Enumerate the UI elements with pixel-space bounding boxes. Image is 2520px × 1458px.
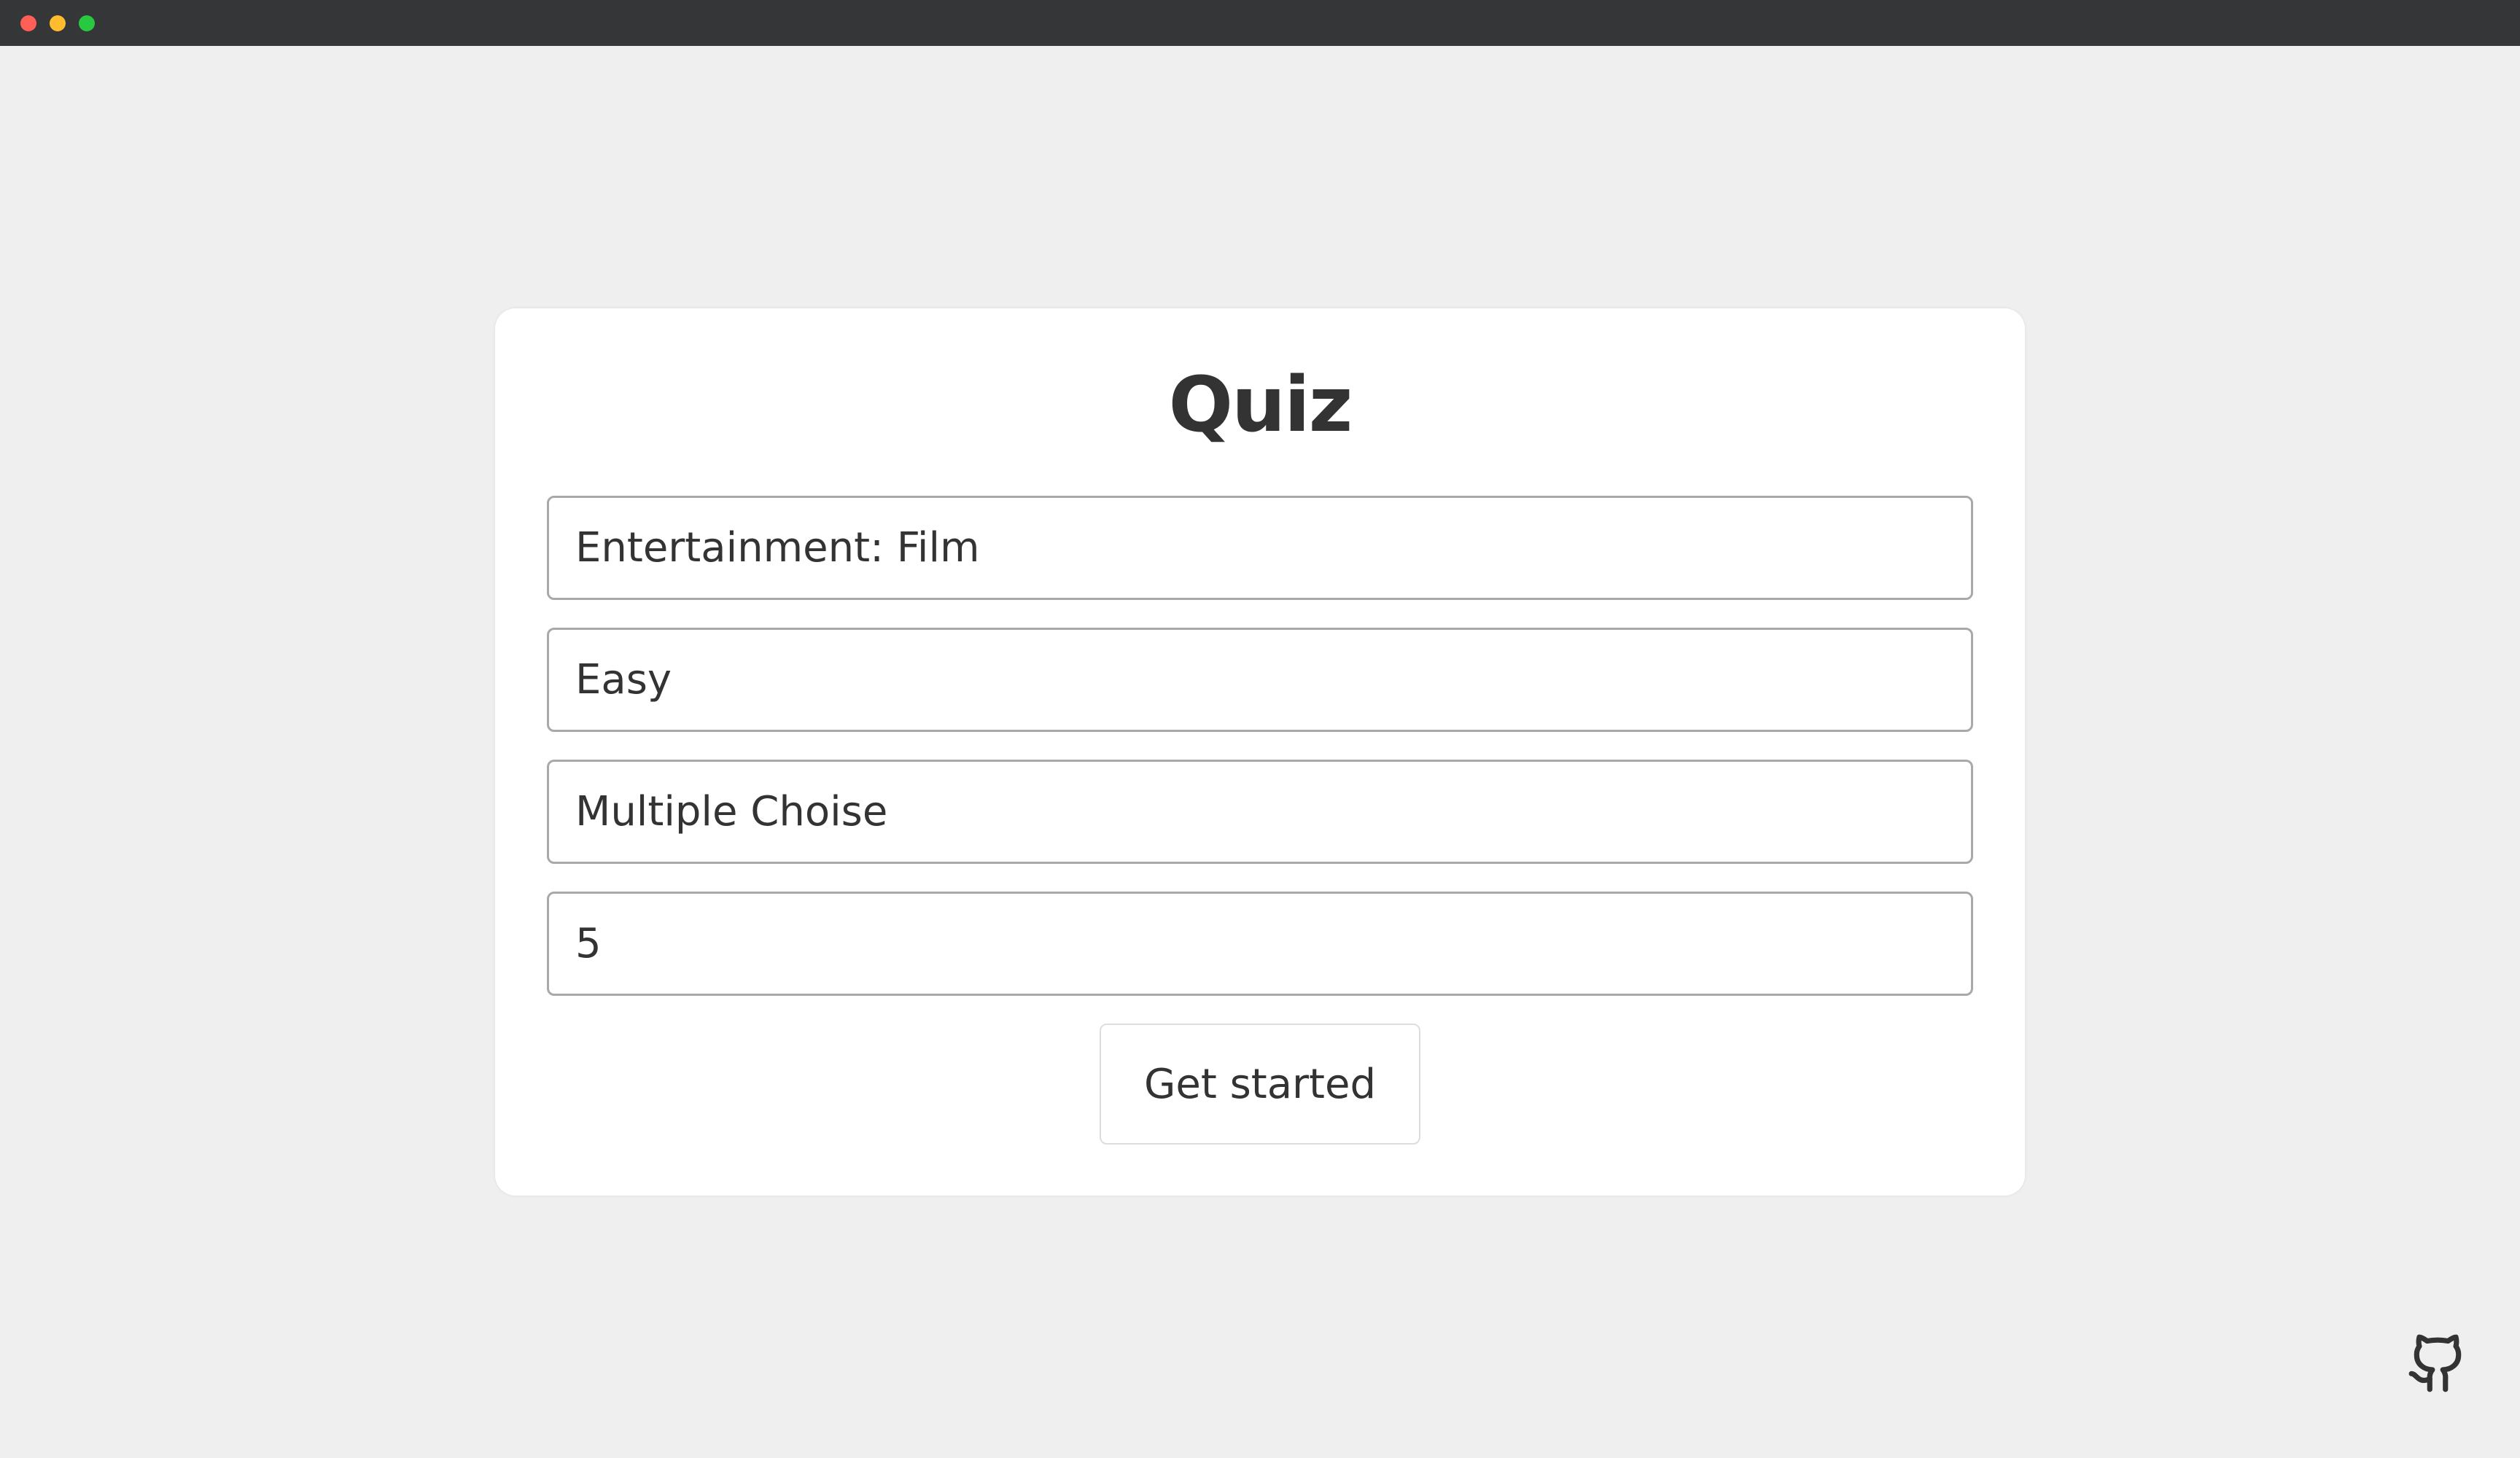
page-title: Quiz xyxy=(1168,360,1353,449)
close-window-button[interactable] xyxy=(20,15,36,31)
difficulty-select[interactable]: Easy xyxy=(547,628,1973,732)
question-type-select[interactable]: Multiple Choise xyxy=(547,760,1973,864)
maximize-window-button[interactable] xyxy=(79,15,95,31)
minimize-window-button[interactable] xyxy=(50,15,66,31)
window-titlebar xyxy=(0,0,2520,46)
quiz-settings-card: Quiz Entertainment: Film Easy Multiple C… xyxy=(495,308,2025,1196)
category-value: Entertainment: Film xyxy=(575,524,980,572)
question-amount-value: 5 xyxy=(575,920,602,967)
category-select[interactable]: Entertainment: Film xyxy=(547,496,1973,600)
question-amount-input[interactable]: 5 xyxy=(547,892,1973,996)
get-started-button[interactable]: Get started xyxy=(1100,1024,1420,1145)
difficulty-value: Easy xyxy=(575,656,672,703)
question-type-value: Multiple Choise xyxy=(575,788,888,835)
github-icon[interactable] xyxy=(2406,1330,2469,1396)
